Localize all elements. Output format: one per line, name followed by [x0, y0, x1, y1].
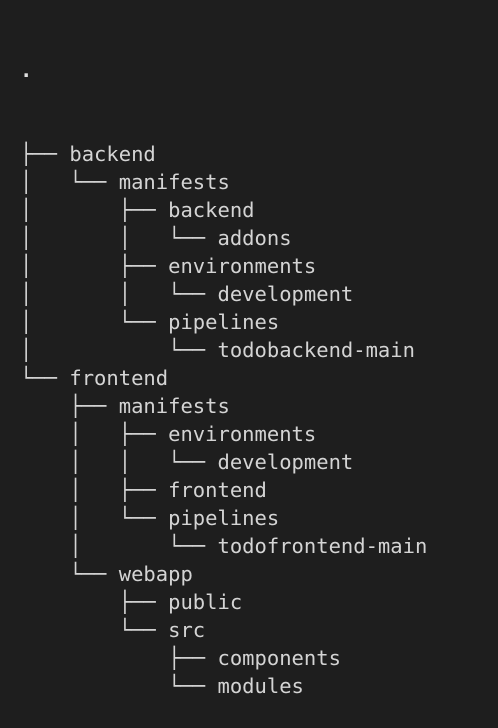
tree-branch-prefix: │ │ └── — [20, 226, 218, 250]
tree-row: │ └── pipelines — [20, 504, 427, 532]
tree-branch-prefix: │ ├── — [20, 254, 169, 278]
tree-row: └── modules — [20, 672, 427, 700]
tree-branch-prefix: └── — [20, 618, 169, 642]
tree-row: └── webapp — [20, 560, 427, 588]
tree-row: ├── manifests — [20, 392, 427, 420]
tree-node-name: pipelines — [168, 506, 280, 530]
tree-branch-prefix: │ │ └── — [20, 282, 218, 306]
tree-row: │ └── manifests — [20, 168, 427, 196]
tree-node-name: backend — [168, 198, 255, 222]
tree-node-name: manifests — [118, 394, 230, 418]
tree-node-name: src — [168, 618, 206, 642]
tree-branch-prefix: │ ├── — [20, 478, 169, 502]
tree-row: │ ├── environments — [20, 252, 427, 280]
tree-rows: ├── backend │ └── manifests │ ├── backend │… — [20, 140, 427, 700]
tree-branch-prefix: │ └── — [20, 310, 169, 334]
tree-node-name: frontend — [69, 366, 169, 390]
tree-row: └── frontend — [20, 364, 427, 392]
tree-branch-prefix: └── — [20, 562, 119, 586]
tree-row: │ ├── environments — [20, 420, 427, 448]
tree-branch-prefix: │ ├── — [20, 198, 169, 222]
tree-row: │ │ └── addons — [20, 224, 427, 252]
tree-node-name: environments — [168, 254, 317, 278]
tree-branch-prefix: └── — [20, 366, 70, 390]
tree-row: └── src — [20, 616, 427, 644]
tree-node-name: todobackend-main — [217, 338, 415, 362]
tree-branch-prefix: ├── — [20, 394, 119, 418]
tree-branch-prefix: │ ├── — [20, 422, 169, 446]
tree-branch-prefix: ├── — [20, 646, 218, 670]
root-dot: . — [20, 58, 33, 82]
tree-branch-prefix: ├── — [20, 590, 169, 614]
tree-node-name: pipelines — [168, 310, 280, 334]
tree-row: ├── components — [20, 644, 427, 672]
tree-node-name: development — [217, 450, 354, 474]
tree-branch-prefix: └── — [20, 674, 218, 698]
tree-row: │ └── pipelines — [20, 308, 427, 336]
tree-row: │ └── todobackend-main — [20, 336, 427, 364]
tree-row: │ │ └── development — [20, 448, 427, 476]
tree-node-name: components — [217, 646, 341, 670]
tree-node-name: backend — [69, 142, 156, 166]
tree-branch-prefix: │ └── — [20, 506, 169, 530]
tree-row: ├── backend — [20, 140, 427, 168]
terminal-window: { "tree": { "root": ".", "rows": [ {"pre… — [0, 0, 498, 698]
tree-branch-prefix: ├── — [20, 142, 70, 166]
tree-node-name: frontend — [168, 478, 267, 502]
tree-node-name: todofrontend-main — [217, 534, 428, 558]
tree-node-name: environments — [168, 422, 317, 446]
tree-branch-prefix: │ └── — [20, 170, 119, 194]
tree-node-name: development — [217, 282, 354, 306]
tree-root: . — [20, 56, 427, 84]
tree-row: │ ├── backend — [20, 196, 427, 224]
tree-node-name: public — [168, 590, 243, 614]
tree-node-name: modules — [217, 674, 304, 698]
tree-node-name: manifests — [118, 170, 230, 194]
tree-row: │ ├── frontend — [20, 476, 427, 504]
tree-row: │ │ └── development — [20, 280, 427, 308]
directory-tree: . ├── backend │ └── manifests │ ├── backen… — [20, 0, 427, 728]
tree-node-name: webapp — [118, 562, 193, 586]
tree-branch-prefix: │ │ └── — [20, 450, 218, 474]
tree-row: │ └── todofrontend-main — [20, 532, 427, 560]
tree-branch-prefix: │ └── — [20, 534, 218, 558]
tree-node-name: addons — [217, 226, 292, 250]
tree-row: ├── public — [20, 588, 427, 616]
tree-branch-prefix: │ └── — [20, 338, 218, 362]
